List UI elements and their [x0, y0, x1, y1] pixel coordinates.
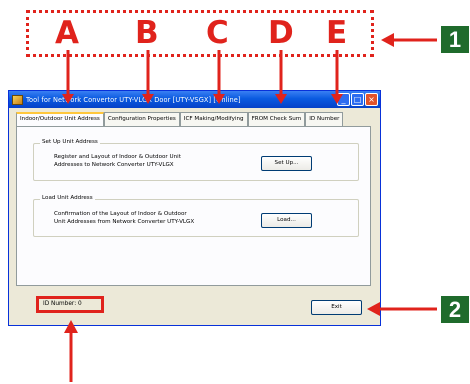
callout-letter-d: D	[268, 15, 294, 51]
callout-letter-e: E	[326, 15, 348, 51]
callout-letter-a: A	[55, 15, 79, 51]
id-number-label: ID Number: 0	[43, 301, 82, 307]
load-button[interactable]: Load...	[261, 213, 312, 228]
load-description-line-2: Unit Addresses from Network Converter UT…	[54, 219, 195, 225]
app-icon	[12, 94, 23, 105]
tab-strip: Indoor/Outdoor Unit Address Configuratio…	[16, 112, 344, 126]
app-window: Tool for Network Convertor UTY-VLGX Door…	[8, 90, 381, 326]
load-group-title: Load Unit Address	[40, 195, 95, 201]
tab-icf-making-modifying[interactable]: ICF Making/Modifying	[179, 112, 248, 126]
setup-description-line-2: Addresses to Network Converter UTY-VLGX	[54, 162, 174, 168]
setup-description-line-1: Register and Layout of Indoor & Outdoor …	[54, 154, 181, 160]
title-bar[interactable]: Tool for Network Convertor UTY-VLGX Door…	[9, 91, 380, 108]
tab-configuration-properties[interactable]: Configuration Properties	[103, 112, 180, 126]
callout-badge-2: 2	[441, 296, 469, 323]
tab-from-check-sum[interactable]: FROM Check Sum	[247, 112, 306, 126]
setup-button[interactable]: Set Up...	[261, 156, 312, 171]
exit-button[interactable]: Exit	[311, 300, 362, 315]
setup-unit-address-group: Set Up Unit Address Register and Layout …	[33, 139, 359, 181]
id-number-status: ID Number: 0	[36, 296, 104, 313]
callout-badge-1: 1	[441, 26, 469, 53]
tab-panel: Set Up Unit Address Register and Layout …	[16, 126, 371, 286]
tab-indoor-outdoor-unit-address[interactable]: Indoor/Outdoor Unit Address	[16, 112, 104, 126]
callout-letter-b: B	[135, 15, 159, 51]
arrowhead-1	[381, 33, 394, 47]
callout-letter-c: C	[206, 15, 229, 51]
load-description-line-1: Confirmation of the Layout of Indoor & O…	[54, 211, 187, 217]
window-title: Tool for Network Convertor UTY-VLGX Door…	[26, 95, 241, 104]
load-unit-address-group: Load Unit Address Confirmation of the La…	[33, 195, 359, 237]
tab-id-number[interactable]: ID Number	[305, 112, 344, 126]
setup-group-title: Set Up Unit Address	[40, 139, 100, 145]
close-button[interactable]: ×	[365, 93, 378, 106]
minimize-button[interactable]: _	[337, 93, 350, 106]
maximize-button[interactable]: □	[351, 93, 364, 106]
